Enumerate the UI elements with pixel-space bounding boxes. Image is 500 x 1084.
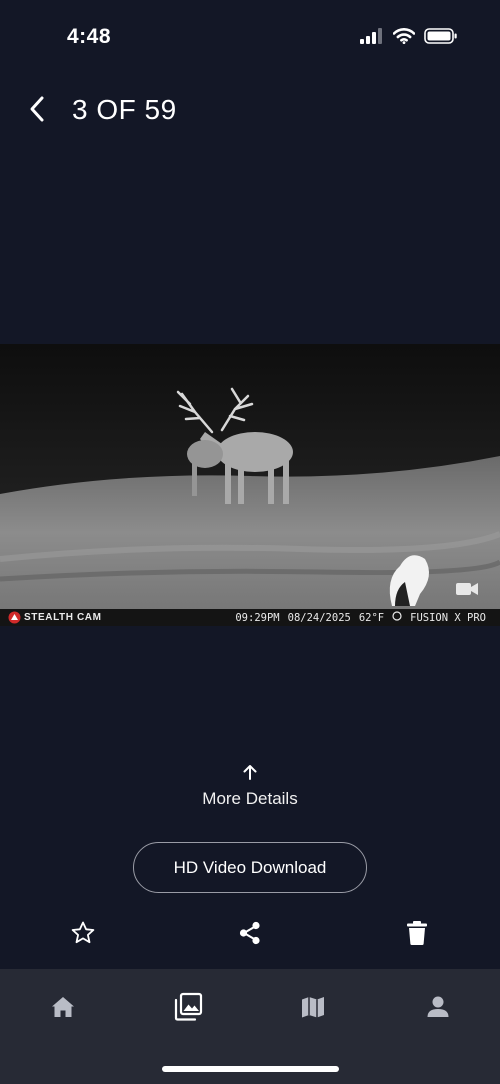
status-icons — [360, 28, 458, 49]
status-bar: 4:48 — [0, 0, 500, 75]
trash-icon — [406, 920, 428, 951]
chevron-left-icon — [28, 95, 46, 128]
back-button[interactable] — [22, 94, 52, 128]
trail-camera-image — [0, 344, 500, 609]
battery-icon — [424, 28, 458, 49]
nav-profile[interactable] — [418, 989, 458, 1029]
stamp-time: 09:29PM — [235, 611, 280, 624]
home-indicator — [162, 1066, 339, 1072]
stamp-info: 09:29PM 08/24/2025 62°F FUSION X PRO — [235, 611, 486, 624]
brand-label: STEALTH CAM — [8, 611, 102, 624]
share-button[interactable] — [233, 918, 267, 952]
star-icon — [70, 920, 96, 951]
media-viewer[interactable]: STEALTH CAM 09:29PM 08/24/2025 62°F FUSI… — [0, 344, 500, 626]
image-stamp-bar: STEALTH CAM 09:29PM 08/24/2025 62°F FUSI… — [0, 609, 500, 626]
nav-home[interactable] — [43, 989, 83, 1029]
profile-icon — [425, 994, 451, 1025]
brand-name: STEALTH CAM — [24, 612, 102, 623]
page-title: 3 OF 59 — [72, 94, 177, 125]
stamp-date: 08/24/2025 — [287, 611, 351, 624]
nav-map[interactable] — [293, 989, 333, 1029]
cellular-signal-icon — [360, 28, 384, 49]
more-details-link[interactable]: More Details — [150, 764, 350, 809]
stamp-device: FUSION X PRO — [410, 611, 486, 624]
bottom-navigation — [0, 969, 500, 1084]
stealth-cam-logo-icon — [8, 611, 21, 624]
delete-button[interactable] — [400, 918, 434, 952]
hd-video-download-button[interactable]: HD Video Download — [133, 842, 367, 893]
more-details-label: More Details — [202, 789, 298, 808]
wifi-icon — [392, 28, 416, 49]
home-icon — [50, 994, 76, 1025]
stamp-temp: 62°F — [358, 611, 385, 624]
map-icon — [300, 994, 326, 1025]
share-icon — [237, 920, 263, 951]
status-time: 4:48 — [67, 25, 112, 48]
favorite-button[interactable] — [66, 918, 100, 952]
header: 3 OF 59 — [0, 80, 500, 140]
video-camera-icon — [456, 582, 478, 601]
moon-phase-icon — [392, 611, 402, 624]
nav-gallery[interactable] — [168, 989, 208, 1029]
gallery-icon — [173, 992, 203, 1027]
arrow-up-icon — [150, 764, 350, 785]
